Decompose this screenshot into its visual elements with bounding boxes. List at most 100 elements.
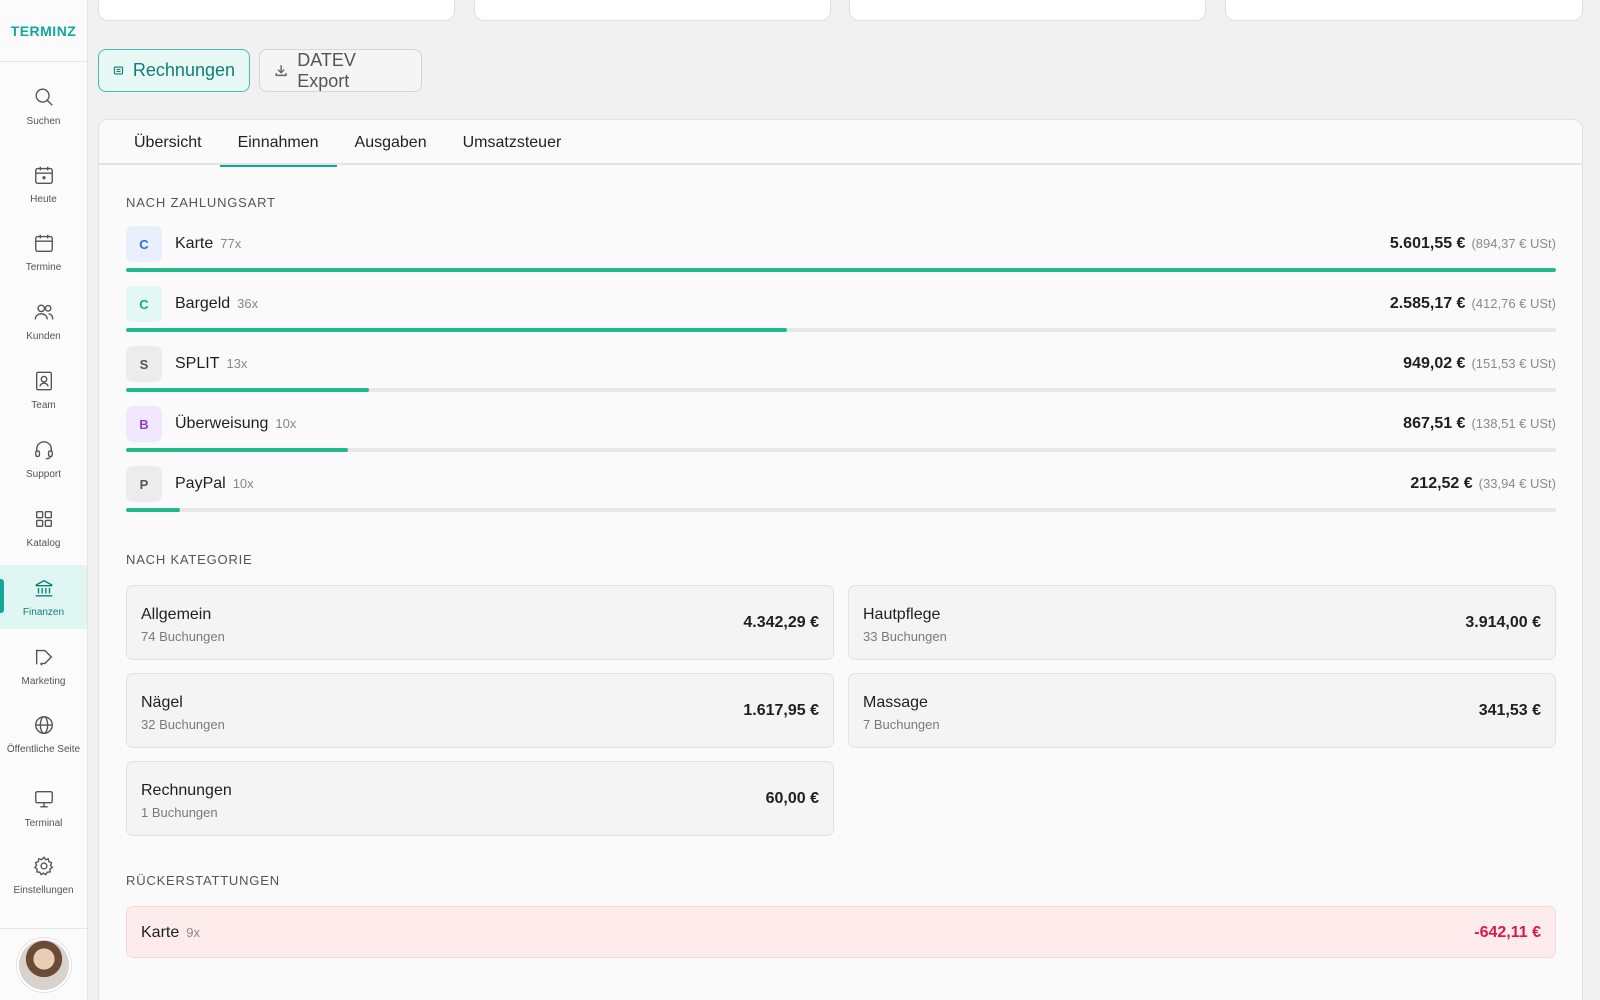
payment-totals: 5.601,55 € (894,37 € USt) bbox=[1390, 235, 1556, 253]
category-card[interactable]: Nägel 32 Buchungen 1.617,95 € bbox=[126, 673, 834, 748]
payment-tax: (412,76 € USt) bbox=[1471, 296, 1556, 311]
category-amount: 4.342,29 € bbox=[743, 614, 819, 631]
sidebar-item-label: Support bbox=[25, 469, 62, 480]
category-name: Nägel bbox=[141, 694, 183, 711]
payment-row[interactable]: B Überweisung 10x 867,51 € (138,51 € USt) bbox=[126, 406, 1556, 461]
sidebar-item-kunden[interactable]: Kunden bbox=[0, 289, 87, 353]
section-title-payment: NACH ZAHLUNGSART bbox=[126, 195, 276, 210]
payment-badge: P bbox=[126, 466, 162, 502]
payment-count: 10x bbox=[232, 476, 254, 491]
payment-name: SPLIT bbox=[175, 355, 220, 372]
payment-row[interactable]: P PayPal 10x 212,52 € (33,94 € USt) bbox=[126, 466, 1556, 521]
payment-name: Überweisung bbox=[175, 415, 269, 432]
sidebar-item-einstellungen[interactable]: Einstellungen bbox=[0, 843, 87, 907]
category-amount: 1.617,95 € bbox=[743, 702, 819, 719]
tab-einnahmen[interactable]: Einnahmen bbox=[219, 120, 337, 167]
sidebar-item-finanzen[interactable]: Finanzen bbox=[0, 565, 87, 629]
category-bookings: 32 Buchungen bbox=[141, 717, 225, 732]
category-amount: 341,53 € bbox=[1478, 702, 1541, 719]
payment-share-bar bbox=[126, 508, 1556, 512]
category-amount: 60,00 € bbox=[765, 790, 819, 807]
payment-name: Bargeld bbox=[175, 295, 231, 312]
payment-share-fill bbox=[126, 328, 787, 332]
payment-share-fill bbox=[126, 388, 370, 392]
payment-amount: 949,02 € bbox=[1403, 355, 1466, 372]
summary-card bbox=[849, 0, 1206, 21]
sidebar-item-suchen[interactable]: Suchen bbox=[0, 74, 87, 138]
category-bookings: 7 Buchungen bbox=[863, 717, 940, 732]
payment-tax: (138,51 € USt) bbox=[1471, 416, 1556, 431]
payment-badge: C bbox=[126, 286, 162, 322]
sidebar-item-label: Einstellungen bbox=[13, 885, 74, 896]
payment-totals: 2.585,17 € (412,76 € USt) bbox=[1390, 295, 1556, 313]
payment-name-wrap: Überweisung 10x bbox=[175, 415, 296, 433]
sidebar-item-label: Team bbox=[31, 400, 56, 411]
category-card[interactable]: Rechnungen 1 Buchungen 60,00 € bbox=[126, 761, 834, 836]
search-icon bbox=[35, 88, 53, 106]
datev-export-label: DATEV Export bbox=[297, 49, 356, 91]
sidebar-item-label: Termine bbox=[25, 262, 62, 273]
payment-name: Karte bbox=[175, 235, 214, 252]
sidebar-item-oeffentliche-seite[interactable]: Öffentliche Seite bbox=[0, 702, 87, 766]
refund-amount: -642,11 € bbox=[1474, 924, 1541, 941]
sidebar-item-heute[interactable]: Heute bbox=[0, 152, 87, 216]
category-card[interactable]: Hautpflege 33 Buchungen 3.914,00 € bbox=[848, 585, 1556, 660]
sidebar-item-katalog[interactable]: Katalog bbox=[0, 496, 87, 560]
payment-share-bar bbox=[126, 268, 1556, 272]
summary-card bbox=[474, 0, 831, 21]
category-name: Allgemein bbox=[141, 606, 212, 623]
sidebar-item-team[interactable]: Team bbox=[0, 358, 87, 422]
summary-card bbox=[98, 0, 455, 21]
payment-count: 10x bbox=[275, 416, 297, 431]
section-title-refunds: RÜCKERSTATTUNGEN bbox=[126, 873, 280, 888]
datev-export-button[interactable]: DATEV Export bbox=[259, 49, 422, 92]
refund-name: Karte bbox=[141, 924, 180, 941]
sidebar-item-label: Terminal bbox=[24, 818, 63, 829]
payment-name-wrap: PayPal 10x bbox=[175, 475, 254, 493]
tab-ausgaben[interactable]: Ausgaben bbox=[337, 120, 445, 165]
category-card[interactable]: Massage 7 Buchungen 341,53 € bbox=[848, 673, 1556, 748]
invoice-icon bbox=[113, 66, 124, 75]
category-bookings: 74 Buchungen bbox=[141, 629, 225, 644]
payment-row[interactable]: S SPLIT 13x 949,02 € (151,53 € USt) bbox=[126, 346, 1556, 401]
sidebar-item-support[interactable]: Support bbox=[0, 427, 87, 491]
payment-amount: 212,52 € bbox=[1410, 475, 1473, 492]
payment-share-fill bbox=[126, 508, 181, 512]
tab-umsatzsteuer[interactable]: Umsatzsteuer bbox=[445, 120, 580, 165]
tab-uebersicht[interactable]: Übersicht bbox=[116, 120, 220, 165]
gear-icon bbox=[33, 856, 53, 876]
invoices-button-label: Rechnungen bbox=[132, 60, 235, 80]
invoices-button[interactable]: Rechnungen bbox=[98, 49, 250, 92]
megaphone-icon bbox=[35, 649, 52, 666]
id-badge-icon bbox=[35, 371, 52, 391]
payment-tax: (33,94 € USt) bbox=[1478, 476, 1556, 491]
section-title-category: NACH KATEGORIE bbox=[126, 552, 253, 567]
headset-icon bbox=[34, 441, 53, 460]
avatar[interactable] bbox=[16, 937, 71, 992]
users-icon bbox=[34, 304, 53, 320]
payment-share-fill bbox=[126, 448, 348, 452]
payment-row[interactable]: C Bargeld 36x 2.585,17 € (412,76 € USt) bbox=[126, 286, 1556, 341]
category-card[interactable]: Allgemein 74 Buchungen 4.342,29 € bbox=[126, 585, 834, 660]
payment-row[interactable]: C Karte 77x 5.601,55 € (894,37 € USt) bbox=[126, 226, 1556, 281]
sidebar-item-label: Suchen bbox=[26, 116, 61, 127]
refund-name-wrap: Karte 9x bbox=[141, 924, 200, 942]
sidebar-item-label: Heute bbox=[30, 194, 57, 205]
sidebar-item-label: Öffentliche Seite bbox=[6, 744, 81, 755]
payment-name-wrap: Karte 77x bbox=[175, 235, 241, 253]
payment-totals: 212,52 € (33,94 € USt) bbox=[1410, 475, 1556, 493]
app-logo[interactable]: TERMINZ bbox=[0, 0, 87, 62]
payment-badge: S bbox=[126, 346, 162, 382]
sidebar: TERMINZ Suchen Heute Termine Kunden Team… bbox=[0, 0, 88, 1000]
category-amount: 3.914,00 € bbox=[1465, 614, 1541, 631]
calendar-icon bbox=[34, 234, 53, 252]
finance-panel: Übersicht Einnahmen Ausgaben Umsatzsteue… bbox=[98, 119, 1583, 1000]
sidebar-item-termine[interactable]: Termine bbox=[0, 220, 87, 284]
refund-count: 9x bbox=[186, 925, 200, 940]
payment-share-bar bbox=[126, 448, 1556, 452]
grid-icon bbox=[35, 510, 52, 528]
sidebar-item-marketing[interactable]: Marketing bbox=[0, 634, 87, 698]
sidebar-item-terminal[interactable]: Terminal bbox=[0, 776, 87, 840]
refund-row[interactable]: Karte 9x -642,11 € bbox=[126, 906, 1556, 958]
sidebar-item-label: Marketing bbox=[21, 676, 66, 687]
